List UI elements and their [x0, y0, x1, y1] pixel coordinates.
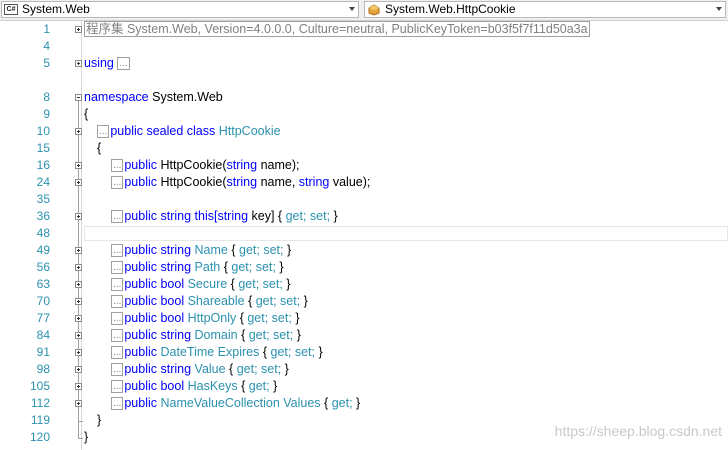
code-line-brace: { — [84, 107, 89, 121]
csharp-file-icon: C# — [4, 4, 18, 15]
line-number: 48 — [36, 226, 50, 240]
collapsed-region[interactable]: ... — [111, 380, 124, 393]
code-line-using: using ... — [84, 56, 130, 70]
code-line-property: ... public DateTime Expires { get; set; } — [111, 345, 323, 359]
collapse-toggle[interactable] — [75, 94, 82, 101]
line-number: 91 — [36, 345, 50, 359]
expand-toggle[interactable] — [75, 264, 82, 271]
line-number: 4 — [43, 39, 50, 53]
type-dropdown[interactable]: C# System.Web — [1, 1, 359, 18]
expand-toggle[interactable] — [75, 315, 82, 322]
expand-toggle[interactable] — [75, 400, 82, 407]
watermark: https://sheep.blog.csdn.net — [554, 423, 722, 439]
code-line-assembly: 程序集 System.Web, Version=4.0.0.0, Culture… — [84, 21, 590, 38]
collapsed-region[interactable]: ... — [111, 176, 124, 189]
line-number: 8 — [43, 90, 50, 104]
line-number: 36 — [36, 209, 50, 223]
line-number: 24 — [36, 175, 50, 189]
collapsed-region[interactable]: ... — [111, 295, 124, 308]
assembly-info[interactable]: 程序集 System.Web, Version=4.0.0.0, Culture… — [84, 21, 590, 37]
member-dropdown[interactable]: System.Web.HttpCookie — [364, 1, 726, 18]
expand-toggle[interactable] — [75, 247, 82, 254]
expand-toggle[interactable] — [75, 298, 82, 305]
expand-toggle[interactable] — [75, 366, 82, 373]
collapsed-region[interactable]: ... — [117, 57, 130, 70]
line-number: 98 — [36, 362, 50, 376]
line-number: 5 — [43, 56, 50, 70]
code-line-property: ... public bool HasKeys { get; } — [111, 379, 278, 393]
expand-toggle[interactable] — [75, 332, 82, 339]
line-number: 63 — [36, 277, 50, 291]
code-line-indexer: ... public string this[string key] { get;… — [111, 209, 338, 223]
collapsed-region[interactable]: ... — [111, 261, 124, 274]
line-number: 56 — [36, 260, 50, 274]
outline-guide-end — [78, 438, 83, 439]
line-number: 84 — [36, 328, 50, 342]
expand-toggle[interactable] — [75, 213, 82, 220]
line-number: 105 — [29, 379, 50, 393]
line-number: 35 — [36, 192, 50, 206]
collapsed-region[interactable]: ... — [111, 159, 124, 172]
code-line-property: ... public string Path { get; set; } — [111, 260, 284, 274]
line-number: 77 — [36, 311, 50, 325]
line-number: 9 — [43, 107, 50, 121]
type-dropdown-value: System.Web — [22, 2, 90, 16]
code-line-property: ... public bool Secure { get; set; } — [111, 277, 291, 291]
chevron-down-icon[interactable] — [349, 7, 355, 11]
collapsed-region[interactable]: ... — [111, 278, 124, 291]
line-number: 10 — [36, 124, 50, 138]
expand-toggle[interactable] — [75, 128, 82, 135]
chevron-down-icon[interactable] — [716, 7, 722, 11]
code-editor[interactable]: 1 4 5 8 9 10 15 16 24 35 36 48 49 56 63 … — [0, 21, 728, 450]
line-number: 15 — [36, 141, 50, 155]
line-number: 120 — [29, 430, 50, 444]
navigation-bar: C# System.Web System.Web.HttpCookie — [0, 0, 728, 21]
code-line-property: ... public NameValueCollection Values { g… — [111, 396, 361, 410]
code-line-namespace: namespace System.Web — [84, 90, 223, 104]
code-line-brace: { — [97, 141, 102, 155]
collapsed-region[interactable]: ... — [111, 346, 124, 359]
collapsed-region[interactable]: ... — [111, 397, 124, 410]
expand-toggle[interactable] — [75, 383, 82, 390]
collapsed-region[interactable]: ... — [111, 329, 124, 342]
class-icon — [368, 4, 380, 16]
code-line-property: ... public bool HttpOnly { get; set; } — [111, 311, 300, 325]
code-line-property: ... public string Value { get; set; } — [111, 362, 289, 376]
line-number: 16 — [36, 158, 50, 172]
expand-toggle[interactable] — [75, 162, 82, 169]
code-line-ctor: ... public HttpCookie(string name); — [111, 158, 300, 172]
expand-toggle[interactable] — [75, 26, 82, 33]
member-dropdown-value: System.Web.HttpCookie — [385, 2, 516, 16]
code-line-property: ... public bool Shareable { get; set; } — [111, 294, 308, 308]
code-line-brace: } — [84, 430, 89, 444]
line-number: 112 — [30, 396, 50, 410]
code-line-class: ... public sealed class HttpCookie — [97, 124, 281, 138]
line-number: 119 — [30, 413, 50, 427]
code-line-property: ... public string Domain { get; set; } — [111, 328, 301, 342]
collapsed-region[interactable]: ... — [111, 210, 124, 223]
expand-toggle[interactable] — [75, 349, 82, 356]
outline-guide-end — [78, 421, 83, 422]
current-line-highlight — [84, 226, 728, 241]
line-number: 1 — [43, 22, 50, 36]
expand-toggle[interactable] — [75, 60, 82, 67]
line-number: 49 — [36, 243, 50, 257]
expand-toggle[interactable] — [75, 179, 82, 186]
collapsed-region[interactable]: ... — [97, 125, 110, 138]
line-number: 70 — [36, 294, 50, 308]
code-line-ctor: ... public HttpCookie(string name, string… — [111, 175, 371, 189]
expand-toggle[interactable] — [75, 281, 82, 288]
code-line-brace: } — [97, 413, 102, 427]
code-line-property: ... public string Name { get; set; } — [111, 243, 292, 257]
collapsed-region[interactable]: ... — [111, 363, 124, 376]
collapsed-region[interactable]: ... — [111, 312, 124, 325]
collapsed-region[interactable]: ... — [111, 244, 124, 257]
